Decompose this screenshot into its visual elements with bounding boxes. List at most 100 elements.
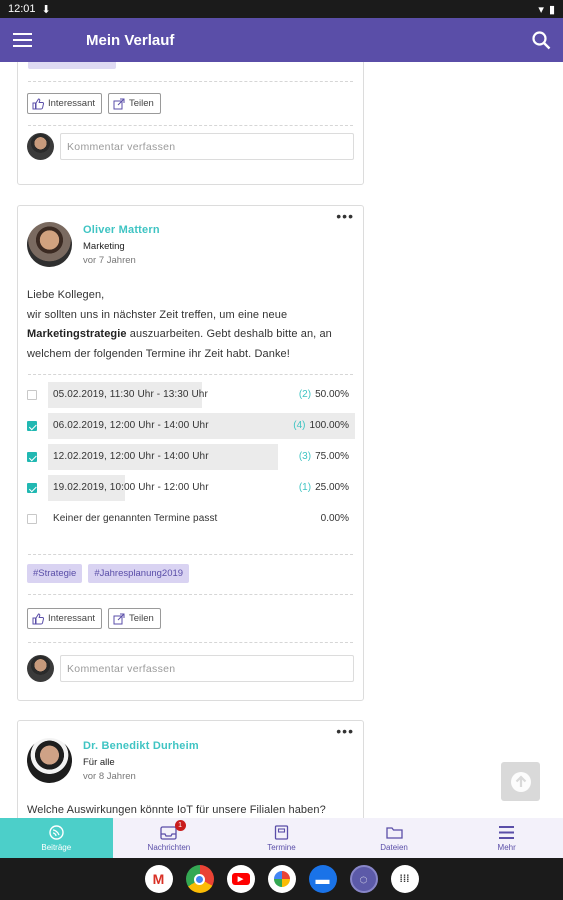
interessant-button[interactable]: Interessant [27, 608, 102, 629]
post-time: vor 8 Jahren [83, 771, 136, 782]
post-author: Dr. Benedikt Durheim Für alle vor 8 Jahr… [27, 738, 199, 783]
more-options-icon[interactable]: ••• [336, 724, 354, 738]
messages-icon[interactable]: ▬ [308, 865, 337, 893]
assistant-icon[interactable]: ◌ [349, 865, 378, 893]
feed[interactable]: Interessant Teilen Kommentar verfassen •… [0, 62, 563, 818]
comment-row: Kommentar verfassen [27, 133, 354, 160]
menu-icon [499, 825, 515, 839]
poll-vote-count: (4) [293, 420, 306, 431]
gmail-icon[interactable]: M [144, 865, 173, 893]
avatar [27, 655, 54, 682]
nav-termine[interactable]: Termine [225, 818, 338, 858]
avatar[interactable] [27, 222, 72, 267]
thumbs-up-icon [32, 97, 44, 109]
divider [28, 554, 353, 555]
poll-vote-count: (3) [298, 451, 312, 462]
post-actions: Interessant Teilen [27, 608, 161, 629]
post-time: vor 7 Jahren [83, 255, 136, 266]
download-icon: ⬇ [41, 3, 51, 16]
nav-label: Beiträge [41, 842, 72, 852]
system-dock: M ▶ ▬ ◌ ⁞⁞⁞ [0, 858, 563, 900]
nav-beitraege[interactable]: Beiträge [0, 818, 113, 858]
post-text-line: wir sollten uns in nächster Zeit treffen… [27, 308, 288, 321]
poll-option-label: Keiner der genannten Termine passt [53, 513, 218, 524]
author-name[interactable]: Oliver Mattern [83, 224, 160, 236]
comment-input[interactable]: Kommentar verfassen [60, 655, 354, 682]
post-card: ••• Oliver Mattern Marketing vor 7 Jahre… [17, 205, 364, 701]
avatar[interactable] [27, 738, 72, 783]
tag-chip[interactable]: #Strategie [27, 564, 83, 583]
post-text-bold: Marketingstrategie [27, 328, 127, 340]
divider [28, 125, 353, 126]
divider [28, 81, 353, 82]
poll-percent: 0.00% [320, 513, 349, 524]
scroll-to-top-button[interactable] [501, 762, 540, 801]
tag-list: #Strategie #Jahresplanung2019 [27, 564, 190, 583]
thumbs-up-icon [32, 612, 44, 624]
poll-option-label: 19.02.2019, 10:00 Uhr - 12:00 Uhr [53, 482, 209, 493]
teilen-label: Teilen [129, 98, 154, 109]
poll-percent: 50.00% [315, 389, 349, 400]
poll-option[interactable]: 06.02.2019, 12:00 Uhr - 14:00 Uhr (4) 100.… [27, 413, 355, 439]
search-icon[interactable] [519, 18, 563, 62]
share-icon [113, 613, 125, 624]
poll-option[interactable]: 19.02.2019, 10:00 Uhr - 12:00 Uhr (1) 25.0… [27, 475, 354, 501]
photos-icon[interactable] [267, 865, 296, 893]
hamburger-menu-icon[interactable] [2, 18, 42, 62]
poll-result: (2) 50.00% [299, 389, 349, 400]
more-options-icon[interactable]: ••• [336, 209, 354, 223]
poll-result: (1) 25.00% [299, 482, 349, 493]
poll-result: 0.00% [317, 513, 349, 524]
post-text-line: welchem der folgenden Termine ihr Zeit h… [27, 347, 290, 360]
interessant-button[interactable]: Interessant [27, 93, 102, 114]
poll-percent: 100.00% [309, 420, 349, 431]
post-text: Liebe Kollegen, wir sollten uns in nächs… [27, 286, 354, 364]
nav-label: Termine [267, 842, 296, 852]
nav-dateien[interactable]: Dateien [338, 818, 451, 858]
nav-mehr[interactable]: Mehr [450, 818, 563, 858]
poll-option[interactable]: Keiner der genannten Termine passt 0.00% [27, 506, 354, 532]
divider [28, 374, 353, 375]
avatar [27, 133, 54, 160]
post-text-rest: auszuarbeiten. Gebt deshalb bitte an, an [126, 328, 332, 340]
chrome-icon[interactable] [185, 865, 214, 893]
post-text-line: Marketingstrategie auszuarbeiten. Gebt d… [27, 325, 354, 345]
tag-chip[interactable] [28, 62, 116, 69]
poll-result: (3) 75.00% [299, 451, 349, 462]
poll-checkbox[interactable] [27, 452, 37, 462]
app-bar: Mein Verlauf [0, 18, 563, 62]
bottom-nav: Beiträge 1 Nachrichten Termine Dateien M… [0, 818, 563, 858]
interessant-label: Interessant [48, 98, 95, 109]
youtube-icon[interactable]: ▶ [226, 865, 255, 893]
app-drawer-icon[interactable]: ⁞⁞⁞ [390, 865, 419, 893]
nav-label: Mehr [497, 842, 516, 852]
author-name[interactable]: Dr. Benedikt Durheim [83, 740, 199, 752]
poll-checkbox[interactable] [27, 483, 37, 493]
arrow-up-icon [510, 771, 531, 792]
author-group: Für alle [83, 757, 115, 768]
nav-label: Nachrichten [147, 842, 191, 852]
poll-option[interactable]: 05.02.2019, 11:30 Uhr - 13:30 Uhr (2) 50.0… [27, 382, 354, 408]
post-card: Interessant Teilen Kommentar verfassen [17, 62, 364, 185]
poll-checkbox[interactable] [27, 514, 37, 524]
post-text: Welche Auswirkungen könnte IoT für unser… [27, 804, 326, 816]
comment-input[interactable]: Kommentar verfassen [60, 133, 354, 160]
poll-percent: 75.00% [315, 451, 349, 462]
teilen-label: Teilen [129, 613, 154, 624]
post-author: Oliver Mattern Marketing vor 7 Jahren [27, 222, 160, 267]
divider [28, 642, 353, 643]
poll-option[interactable]: 12.02.2019, 12:00 Uhr - 14:00 Uhr (3) 75.0… [27, 444, 354, 470]
nav-nachrichten[interactable]: 1 Nachrichten [113, 818, 226, 858]
poll-option-label: 12.02.2019, 12:00 Uhr - 14:00 Uhr [53, 451, 209, 462]
nav-label: Dateien [380, 842, 408, 852]
poll-checkbox[interactable] [27, 390, 37, 400]
poll-option-label: 05.02.2019, 11:30 Uhr - 13:30 Uhr [53, 389, 208, 400]
teilen-button[interactable]: Teilen [108, 608, 161, 629]
post-text-line: Liebe Kollegen, [27, 289, 105, 301]
poll-checkbox[interactable] [27, 421, 37, 431]
teilen-button[interactable]: Teilen [108, 93, 161, 114]
post-actions: Interessant Teilen [27, 93, 161, 114]
status-time: 12:01 [8, 3, 36, 15]
interessant-label: Interessant [48, 613, 95, 624]
tag-chip[interactable]: #Jahresplanung2019 [88, 564, 190, 583]
